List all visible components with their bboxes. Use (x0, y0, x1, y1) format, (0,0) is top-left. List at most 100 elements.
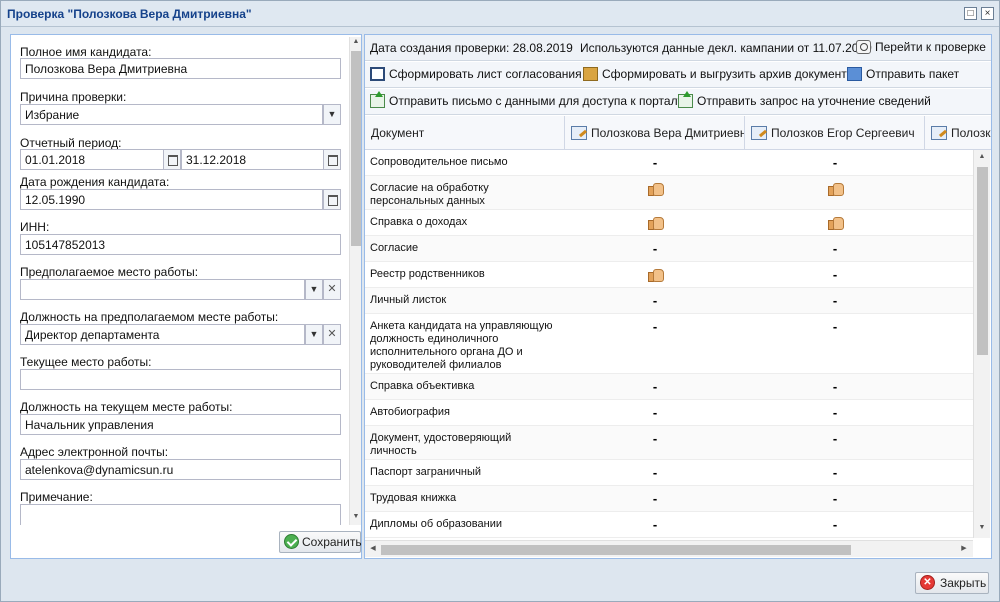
send-request-button[interactable]: Отправить запрос на уточнение сведений (678, 91, 931, 108)
mail-send-icon (370, 91, 385, 108)
scroll-right-icon[interactable]: ▶ (959, 544, 969, 554)
documents-panel: Дата создания проверки: 28.08.2019 Испол… (364, 34, 992, 559)
scroll-up-icon[interactable]: ▲ (977, 153, 987, 163)
chevron-down-icon[interactable]: ▼ (305, 324, 323, 345)
check-window: Проверка "Полозкова Вера Дмитриевна" □ ×… (0, 0, 1000, 602)
clear-icon[interactable]: ✕ (323, 279, 341, 300)
table-row[interactable]: Трудовая книжка - - (365, 486, 973, 512)
close-button-label: Закрыть (940, 576, 987, 590)
status-cell[interactable]: - (645, 293, 665, 308)
table-row[interactable]: Реестр родственников - (365, 262, 973, 288)
status-cell[interactable]: - (825, 517, 845, 532)
scroll-left-icon[interactable]: ◀ (368, 544, 378, 554)
maximize-icon[interactable]: □ (964, 7, 977, 20)
send-letter-button[interactable]: Отправить письмо с данными для доступа к… (370, 91, 695, 108)
form-sheet-button[interactable]: Сформировать лист согласования▼ (370, 67, 593, 81)
document-name-cell: Документ, удостоверяющий личность (370, 432, 512, 457)
send-package-button[interactable]: Отправить пакет (847, 67, 959, 81)
full-name-field[interactable]: Полозкова Вера Дмитриевна (20, 58, 341, 79)
calendar-icon[interactable] (323, 149, 341, 170)
reason-select[interactable]: Избрание (20, 104, 323, 125)
status-cell[interactable]: - (645, 155, 665, 170)
calendar-icon[interactable] (163, 149, 181, 170)
column-header-candidate-1[interactable]: Полозкова Вера Дмитриевна (565, 116, 745, 149)
chevron-down-icon[interactable]: ▼ (305, 279, 323, 300)
status-cell[interactable]: - (645, 241, 665, 256)
scroll-down-icon[interactable]: ▼ (351, 513, 361, 523)
thumbs-up-icon[interactable] (645, 267, 665, 283)
column-header-document[interactable]: Документ (365, 116, 565, 149)
note-field[interactable] (20, 504, 341, 525)
period-label: Отчетный период: (20, 136, 122, 150)
close-icon[interactable]: × (981, 7, 994, 20)
birth-date-field[interactable]: 12.05.1990 (20, 189, 323, 210)
table-row[interactable]: Сопроводительное письмо - - (365, 150, 973, 176)
table-row[interactable]: Справка о доходах (365, 210, 973, 236)
status-cell[interactable]: - (645, 405, 665, 420)
current-position-field[interactable]: Начальник управления (20, 414, 341, 435)
thumbs-up-icon[interactable] (825, 181, 845, 197)
table-row[interactable]: Автобиография - - (365, 400, 973, 426)
status-cell[interactable]: - (825, 491, 845, 506)
table-row[interactable]: Справка объективка - - (365, 374, 973, 400)
status-cell[interactable]: - (825, 267, 845, 282)
table-row[interactable]: Паспорт заграничный - - (365, 460, 973, 486)
status-cell[interactable]: - (825, 319, 845, 334)
status-cell[interactable]: - (645, 491, 665, 506)
archive-icon (583, 67, 598, 81)
candidate-form-panel: Полное имя кандидата: Полозкова Вера Дми… (10, 34, 362, 559)
calendar-icon[interactable] (323, 189, 341, 210)
document-name-cell: Трудовая книжка (370, 492, 457, 504)
title-bar: Проверка "Полозкова Вера Дмитриевна" □ × (1, 1, 999, 27)
table-row[interactable]: Документ, удостоверяющий личность - - (365, 426, 973, 460)
scroll-up-icon[interactable]: ▲ (351, 38, 361, 48)
status-cell[interactable]: - (825, 241, 845, 256)
status-cell[interactable]: - (645, 379, 665, 394)
table-row[interactable]: Личный листок - - (365, 288, 973, 314)
goto-check-button[interactable]: Перейти к проверке (856, 40, 986, 54)
grid-vertical-scrollbar[interactable]: ▲ ▼ (973, 150, 990, 538)
form-scrollbar[interactable]: ▲ ▼ (349, 37, 361, 525)
status-cell[interactable]: - (825, 465, 845, 480)
email-label: Адрес электронной почты: (20, 445, 169, 459)
scrollbar-thumb[interactable] (351, 51, 361, 246)
column-header-candidate-2[interactable]: Полозков Егор Сергеевич (745, 116, 925, 149)
status-cell[interactable]: - (645, 431, 665, 446)
planned-position-select[interactable]: Директор департамента (20, 324, 305, 345)
status-cell[interactable]: - (645, 517, 665, 532)
table-row[interactable]: Дипломы об образовании - - (365, 512, 973, 538)
period-from-field[interactable]: 01.01.2018 (20, 149, 164, 170)
status-cell[interactable]: - (645, 319, 665, 334)
column-header-candidate-3[interactable]: Полозк (925, 116, 991, 149)
inn-field[interactable]: 105147852013 (20, 234, 341, 255)
status-cell[interactable]: - (825, 379, 845, 394)
planned-work-select[interactable] (20, 279, 305, 300)
form-archive-button[interactable]: Сформировать и выгрузить архив документо… (583, 67, 860, 81)
toolbar-secondary: Отправить письмо с данными для доступа к… (365, 89, 991, 115)
scroll-down-icon[interactable]: ▼ (977, 524, 987, 534)
status-cell[interactable]: - (825, 155, 845, 170)
thumbs-up-icon[interactable] (645, 215, 665, 231)
table-row[interactable]: Согласие на обработку персональных данны… (365, 176, 973, 210)
grid-header: Документ Полозкова Вера Дмитриевна Полоз… (365, 116, 991, 150)
table-row[interactable]: Согласие - - (365, 236, 973, 262)
period-to-field[interactable]: 31.12.2018 (181, 149, 324, 170)
thumbs-up-icon (827, 181, 844, 196)
email-field[interactable]: atelenkova@dynamicsun.ru (20, 459, 341, 480)
status-cell[interactable]: - (825, 431, 845, 446)
scrollbar-thumb[interactable] (381, 545, 851, 555)
document-name-cell: Реестр родственников (370, 268, 485, 280)
scrollbar-thumb[interactable] (977, 167, 988, 355)
status-cell[interactable]: - (825, 293, 845, 308)
thumbs-up-icon[interactable] (645, 181, 665, 197)
save-button[interactable]: Сохранить (279, 531, 362, 553)
status-cell[interactable]: - (645, 465, 665, 480)
thumbs-up-icon[interactable] (825, 215, 845, 231)
chevron-down-icon[interactable]: ▼ (323, 104, 341, 125)
close-button[interactable]: ✕ Закрыть (915, 572, 989, 594)
status-cell[interactable]: - (825, 405, 845, 420)
clear-icon[interactable]: ✕ (323, 324, 341, 345)
table-row[interactable]: Анкета кандидата на управляющую должност… (365, 314, 973, 374)
current-work-field[interactable] (20, 369, 341, 390)
grid-horizontal-scrollbar[interactable]: ◀ ▶ (365, 540, 973, 557)
